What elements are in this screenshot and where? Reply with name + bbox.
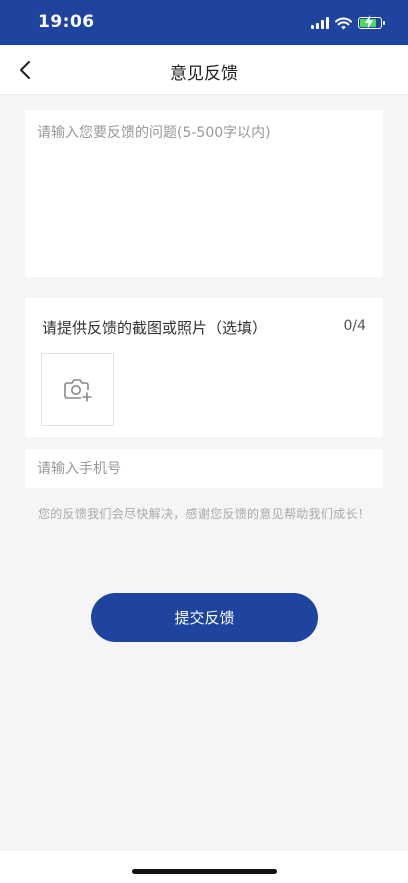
phone-card xyxy=(25,449,383,488)
page-title: 意见反馈 xyxy=(170,64,238,84)
status-icons xyxy=(311,14,385,32)
phone-input[interactable] xyxy=(25,449,383,488)
bottom-safe-area xyxy=(0,851,408,883)
battery-charging-icon xyxy=(358,15,385,29)
photo-count: 0/4 xyxy=(343,318,366,334)
status-time: 19:06 xyxy=(38,12,95,32)
wifi-icon xyxy=(335,17,352,29)
add-photo-button[interactable] xyxy=(41,353,114,426)
feedback-card xyxy=(25,110,383,277)
photo-upload-label: 请提供反馈的截图或照片（选填） xyxy=(42,319,268,337)
feedback-textarea[interactable] xyxy=(25,110,383,277)
nav-bar: 意见反馈 xyxy=(0,45,408,95)
submit-feedback-button[interactable]: 提交反馈 xyxy=(91,593,318,642)
signal-icon xyxy=(311,17,329,29)
home-indicator xyxy=(132,869,277,874)
photo-upload-card: 请提供反馈的截图或照片（选填） 0/4 xyxy=(25,298,383,437)
camera-add-icon xyxy=(63,378,92,402)
hint-text: 您的反馈我们会尽快解决，感谢您反馈的意见帮助我们成长！ xyxy=(37,507,371,521)
status-bar: 19:06 xyxy=(0,0,408,45)
